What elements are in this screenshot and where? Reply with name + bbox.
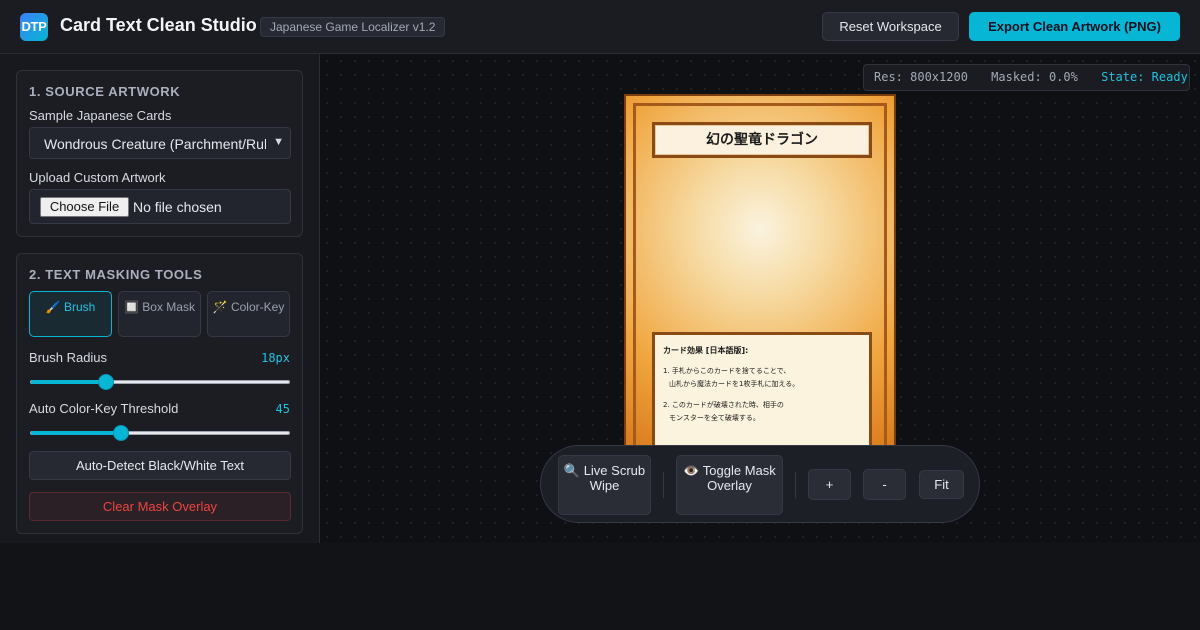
card-title: 幻の聖竜ドラゴン (652, 122, 872, 158)
card-effect-line: 1. 手札からこのカードを捨てることで、 (663, 367, 791, 375)
live-scrub-wipe-button[interactable]: 🔍 Live Scrub Wipe (558, 455, 651, 515)
text-masking-panel: 2. TEXT MASKING TOOLS 🖌️ Brush 🔲 Box Mas… (16, 253, 303, 534)
floating-toolbar: 🔍 Live Scrub Wipe 👁️ Toggle Mask Overlay… (540, 445, 980, 523)
brush-tool-button[interactable]: 🖌️ Brush (29, 291, 112, 337)
version-badge: Japanese Game Localizer v1.2 (260, 17, 446, 37)
toolbar-divider (663, 472, 664, 498)
tool-label: Brush (63, 300, 96, 314)
box-mask-icon: 🔲 (124, 300, 139, 314)
panel-title: 1. SOURCE ARTWORK (29, 84, 181, 99)
upload-artwork-label: Upload Custom Artwork (29, 170, 166, 185)
canvas-workspace[interactable]: Res: 800x1200 Masked: 0.0% State: Ready … (320, 54, 1200, 543)
export-artwork-button[interactable]: Export Clean Artwork (PNG) (969, 12, 1180, 41)
app-header: DTP Card Text Clean Studio Japanese Game… (0, 0, 1200, 54)
auto-detect-text-button[interactable]: Auto-Detect Black/White Text (29, 451, 291, 480)
brush-radius-label: Brush Radius (29, 350, 108, 365)
resolution-readout: Res: 800x1200 (874, 70, 968, 84)
brush-radius-slider[interactable] (30, 374, 290, 390)
app-title: Card Text Clean Studio (60, 15, 257, 35)
tool-label: Color-Key (230, 300, 285, 314)
sample-card-select[interactable]: Wondrous Creature (Parchment/Rules) ▼ (29, 127, 291, 159)
magnifier-icon: 🔍 (563, 463, 581, 478)
slider-fill (31, 431, 122, 435)
slider-fill (31, 380, 106, 384)
source-artwork-panel: 1. SOURCE ARTWORK Sample Japanese Cards … (16, 70, 303, 237)
brush-radius-value: 18px (261, 351, 290, 365)
sidebar: 1. SOURCE ARTWORK Sample Japanese Cards … (0, 54, 320, 543)
card-effect-line: 山札から魔法カードを1枚手札に加える。 (669, 380, 800, 388)
select-value: Wondrous Creature (Parchment/Rules) (44, 136, 266, 152)
color-key-tool-button[interactable]: 🪄 Color-Key (207, 291, 290, 337)
box-mask-tool-button[interactable]: 🔲 Box Mask (118, 291, 201, 337)
clear-mask-button[interactable]: Clear Mask Overlay (29, 492, 291, 521)
zoom-in-button[interactable]: + (808, 469, 851, 500)
file-status: No file chosen (133, 199, 222, 215)
fit-view-button[interactable]: Fit (919, 470, 964, 499)
eye-icon: 👁️ (683, 463, 700, 478)
card-effect-line: 2. このカードが破壊された時、相手の (663, 401, 784, 409)
button-label: Toggle Mask Overlay (702, 463, 776, 493)
panel-title: 2. TEXT MASKING TOOLS (29, 267, 203, 282)
state-readout: State: Ready (1101, 70, 1188, 84)
app-logo: DTP (20, 13, 48, 41)
reset-workspace-button[interactable]: Reset Workspace (822, 12, 959, 41)
choose-file-button[interactable]: Choose File (40, 197, 129, 217)
tool-label: Box Mask (142, 300, 195, 314)
threshold-slider[interactable] (30, 425, 290, 441)
threshold-value: 45 (275, 402, 290, 416)
zoom-out-button[interactable]: - (863, 469, 906, 500)
toggle-mask-overlay-button[interactable]: 👁️ Toggle Mask Overlay (676, 455, 783, 515)
sample-cards-label: Sample Japanese Cards (29, 108, 172, 123)
status-bar: Res: 800x1200 Masked: 0.0% State: Ready (863, 64, 1190, 91)
slider-thumb[interactable] (97, 374, 114, 390)
threshold-label: Auto Color-Key Threshold (29, 401, 179, 416)
button-label: Live Scrub Wipe (583, 463, 646, 493)
masked-readout: Masked: 0.0% (991, 70, 1078, 84)
brush-icon: 🖌️ (45, 300, 61, 314)
magic-wand-icon: 🪄 (212, 300, 228, 314)
card-effect-line: モンスターを全て破壊する。 (669, 414, 760, 422)
file-upload-field: Choose File No file chosen (29, 189, 291, 224)
chevron-down-icon: ▼ (273, 136, 284, 148)
toolbar-divider (795, 472, 796, 498)
card-effect-heading: カード効果 [日本語版]: (663, 346, 749, 355)
slider-thumb[interactable] (113, 425, 130, 441)
